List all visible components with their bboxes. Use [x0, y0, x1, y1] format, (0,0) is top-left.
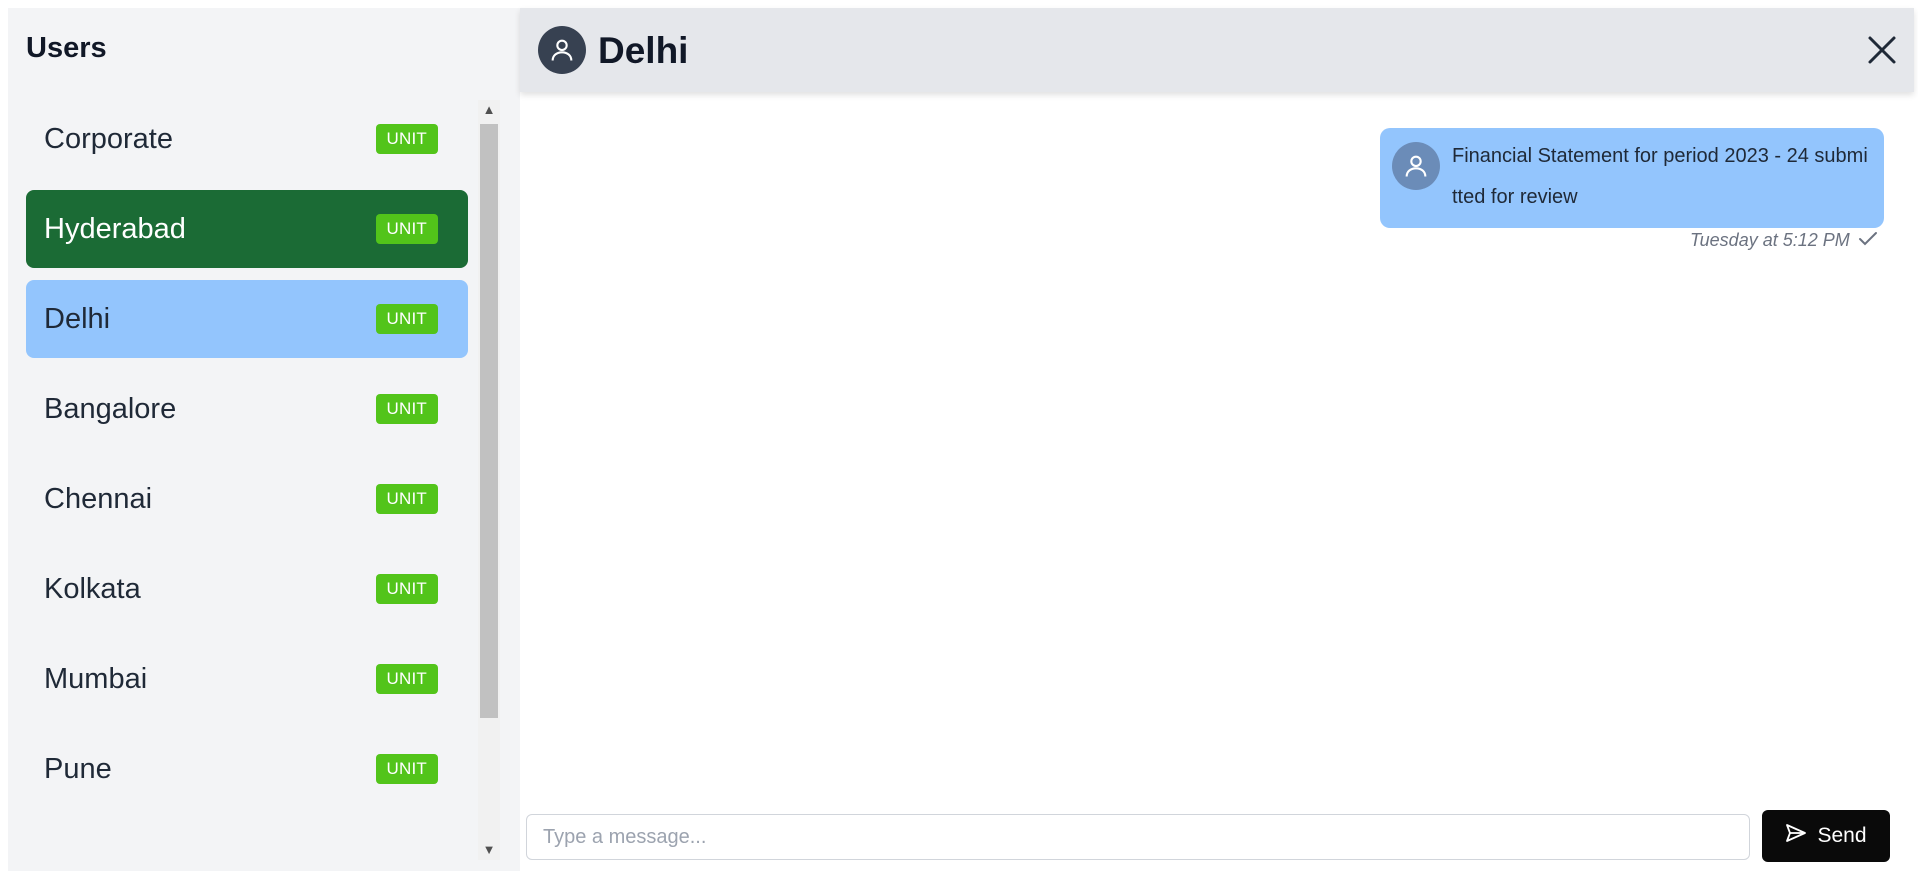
unit-badge: UNIT	[375, 214, 438, 244]
unit-badge: UNIT	[375, 664, 438, 694]
sidebar-title: Users	[26, 32, 107, 64]
chat-header: Delhi	[520, 8, 1914, 92]
user-item-bangalore[interactable]: Bangalore UNIT	[26, 370, 468, 448]
unit-badge: UNIT	[375, 394, 438, 424]
send-button-label: Send	[1817, 824, 1867, 847]
user-avatar-icon	[538, 26, 586, 74]
message-text: Financial Statement for period 2023 - 24…	[1452, 145, 1868, 208]
user-item-label: Kolkata	[44, 572, 141, 605]
sidebar-scrollbar[interactable]: ▲ ▼	[478, 100, 500, 860]
unit-badge: UNIT	[375, 484, 438, 514]
user-item-mumbai[interactable]: Mumbai UNIT	[26, 640, 468, 718]
user-item-kolkata[interactable]: Kolkata UNIT	[26, 550, 468, 628]
message-input[interactable]	[526, 814, 1750, 860]
send-icon	[1785, 823, 1807, 849]
message-meta: Tuesday at 5:12 PM	[1690, 230, 1878, 251]
user-list: Corporate UNIT Hyderabad UNIT Delhi UNIT…	[26, 100, 468, 860]
check-icon	[1858, 230, 1878, 251]
user-item-label: Hyderabad	[44, 212, 186, 245]
close-icon[interactable]	[1864, 32, 1900, 68]
message-timestamp: Tuesday at 5:12 PM	[1690, 230, 1850, 250]
scroll-up-arrow-icon[interactable]: ▲	[478, 100, 500, 120]
message-bubble: Financial Statement for period 2023 - 24…	[1380, 128, 1884, 228]
user-item-label: Bangalore	[44, 392, 177, 425]
user-item-corporate[interactable]: Corporate UNIT	[26, 100, 468, 178]
user-item-delhi[interactable]: Delhi UNIT	[26, 280, 468, 358]
message-avatar-icon	[1392, 142, 1440, 190]
user-item-label: Chennai	[44, 482, 153, 515]
user-item-label: Pune	[44, 752, 112, 785]
unit-badge: UNIT	[375, 754, 438, 784]
user-item-label: Delhi	[44, 302, 111, 335]
users-sidebar: Users Corporate UNIT Hyderabad UNIT Delh…	[8, 8, 520, 871]
scrollbar-thumb[interactable]	[480, 124, 498, 718]
unit-badge: UNIT	[375, 574, 438, 604]
user-item-chennai[interactable]: Chennai UNIT	[26, 460, 468, 538]
app-root: Users Corporate UNIT Hyderabad UNIT Delh…	[8, 8, 1914, 871]
user-item-pune[interactable]: Pune UNIT	[26, 730, 468, 808]
unit-badge: UNIT	[375, 304, 438, 334]
user-item-hyderabad[interactable]: Hyderabad UNIT	[26, 190, 468, 268]
user-item-label: Corporate	[44, 122, 173, 155]
user-item-label: Mumbai	[44, 662, 148, 695]
send-button[interactable]: Send	[1762, 810, 1890, 862]
scroll-down-arrow-icon[interactable]: ▼	[478, 840, 500, 860]
unit-badge: UNIT	[375, 124, 438, 154]
chat-title: Delhi	[598, 30, 689, 71]
chat-panel: Delhi Financial Statement for period 202…	[520, 8, 1914, 871]
